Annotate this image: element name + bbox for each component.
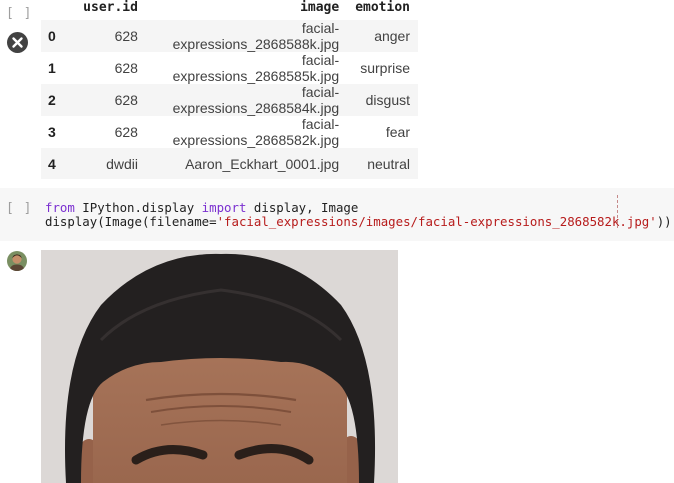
call-suffix: ))	[656, 214, 672, 229]
cell-bracket[interactable]: [ ]	[6, 6, 32, 21]
run-cell-button[interactable]: [ ]	[6, 201, 32, 216]
cell-user-id: 628	[114, 60, 138, 76]
cell-image: facial-expressions_2868588k.jpg	[145, 20, 348, 52]
output-face-image	[41, 250, 398, 483]
call-prefix: display(Image(filename=	[45, 214, 217, 229]
cell-image: Aaron_Eckhart_0001.jpg	[145, 148, 348, 179]
code-cell[interactable]: [ ] from IPython.display import display,…	[0, 188, 674, 241]
user-avatar-icon	[7, 251, 27, 271]
clear-output-button[interactable]	[7, 32, 28, 53]
table-row: 4 dwdii Aaron_Eckhart_0001.jpg neutral	[41, 148, 418, 179]
cell-emotion: neutral	[347, 148, 418, 179]
cell-emotion: surprise	[360, 60, 410, 76]
table-header-row: user.id image emotion	[41, 0, 418, 20]
cell-image: facial-expressions_2868585k.jpg	[172, 52, 340, 84]
column-header-index	[41, 0, 68, 20]
close-icon	[12, 37, 23, 48]
row-index: 1	[48, 60, 56, 76]
row-index: 3	[48, 124, 56, 140]
cell-emotion: anger	[347, 20, 418, 52]
cell-emotion: fear	[385, 124, 410, 140]
table-row: 0 628 facial-expressions_2868588k.jpg an…	[41, 20, 418, 52]
module-name: IPython.display	[74, 200, 202, 215]
cell-image: facial-expressions_2868582k.jpg	[172, 116, 340, 148]
keyword-import: import	[201, 200, 247, 215]
dataframe-table: user.id image emotion 0 628 facial-expre…	[41, 0, 418, 179]
cell-user-id: 628	[67, 20, 146, 52]
code-editor[interactable]: from IPython.display import display, Ima…	[45, 201, 672, 229]
column-header-image: image	[300, 0, 340, 15]
filename-string: 'facial_expressions/images/facial-expres…	[216, 214, 657, 229]
cell-user-id: 628	[67, 84, 146, 116]
row-index: 0	[41, 20, 68, 52]
table-row: 3 628 facial-expressions_2868582k.jpg fe…	[41, 116, 418, 148]
import-names: display, Image	[246, 200, 359, 215]
cell-user-id: 628	[114, 124, 138, 140]
table-row: 1 628 facial-expressions_2868585k.jpg su…	[41, 52, 418, 84]
cell-image: facial-expressions_2868584k.jpg	[145, 84, 348, 116]
ruler-line	[617, 195, 618, 228]
column-header-emotion: emotion	[355, 0, 410, 15]
cell-user-id: dwdii	[67, 148, 146, 179]
column-header-user-id: user.id	[83, 0, 138, 15]
table-row: 2 628 facial-expressions_2868584k.jpg di…	[41, 84, 418, 116]
row-index: 4	[41, 148, 68, 179]
cell-emotion: disgust	[347, 84, 418, 116]
row-index: 2	[41, 84, 68, 116]
keyword-from: from	[45, 200, 75, 215]
